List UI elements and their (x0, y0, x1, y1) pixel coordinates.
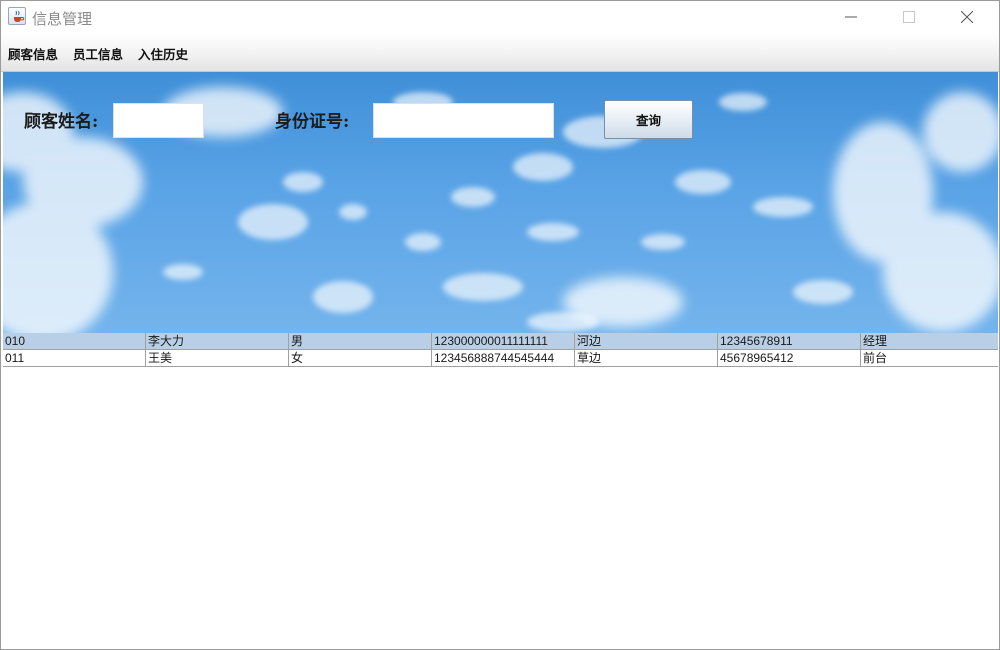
table-row[interactable]: 011 王美 女 123456888744545444 草边 456789654… (3, 350, 998, 367)
table-cell: 王美 (146, 350, 289, 366)
table-cell: 经理 (863, 334, 888, 348)
table-cell: 河边 (575, 333, 718, 349)
table-cell: 010 (3, 333, 146, 349)
menu-customer-info[interactable]: 顾客信息 (8, 44, 58, 63)
table-cell: 女 (289, 350, 432, 366)
minimize-button[interactable] (828, 1, 874, 33)
table-cell: 李大力 (146, 333, 289, 349)
menu-checkin-history[interactable]: 入住历史 (138, 44, 188, 63)
maximize-button[interactable] (886, 1, 932, 33)
results-table: 010 李大力 男 123000000011111111 河边 12345678… (3, 333, 998, 367)
menu-bar: 顾客信息 员工信息 入住历史 (1, 33, 999, 72)
table-cell: 123456888744545444 (432, 350, 575, 366)
table-cell: 123000000011111111 (432, 333, 575, 349)
maximize-icon (903, 11, 915, 23)
title-bar[interactable]: 信息管理 (1, 1, 999, 33)
id-number-label: 身份证号: (275, 112, 350, 132)
table-row[interactable]: 010 李大力 男 123000000011111111 河边 12345678… (3, 333, 998, 350)
customer-name-input[interactable] (113, 103, 204, 138)
minimize-icon (845, 16, 857, 18)
java-coffee-icon (8, 7, 26, 25)
close-button[interactable] (944, 1, 990, 33)
window-title: 信息管理 (32, 10, 93, 28)
main-window: 信息管理 顾客信息 员工信息 入住历史 顾客姓名: 身份证号: 查询 010 李… (0, 0, 1000, 650)
search-panel: 顾客姓名: 身份证号: 查询 (3, 72, 998, 333)
query-button[interactable]: 查询 (604, 100, 693, 139)
table-cell: 45678965412 (718, 350, 861, 366)
menu-staff-info[interactable]: 员工信息 (73, 44, 123, 63)
table-cell: 12345678911 (718, 333, 861, 349)
customer-name-label: 顾客姓名: (24, 112, 99, 132)
table-cell: 011 (3, 350, 146, 366)
table-cell: 草边 (575, 350, 718, 366)
close-icon (961, 11, 973, 23)
id-number-input[interactable] (373, 103, 554, 138)
table-cell: 男 (289, 333, 432, 349)
table-cell: 前台 (863, 351, 888, 365)
